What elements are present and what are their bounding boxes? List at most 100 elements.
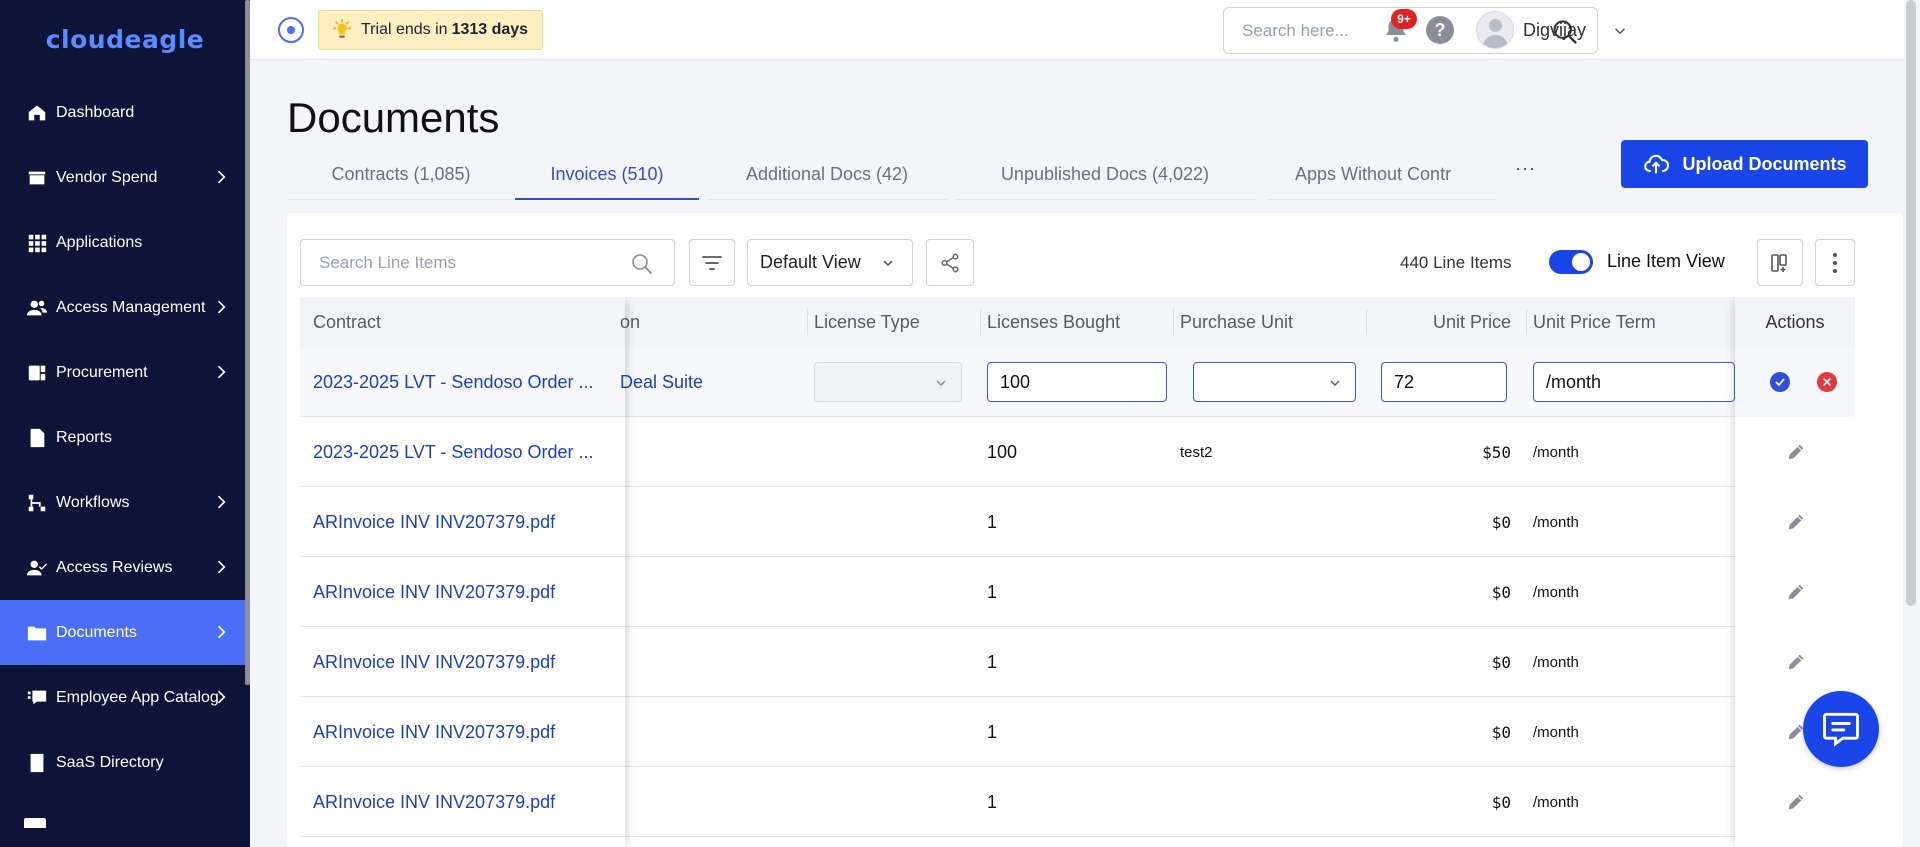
avatar[interactable] <box>1476 11 1514 49</box>
tabs-more-button[interactable]: ··· <box>1515 158 1536 179</box>
sidebar-item-access-reviews[interactable]: Access Reviews <box>0 535 245 600</box>
actions-cell <box>1735 627 1855 697</box>
catalog-icon <box>24 685 50 711</box>
contract-link[interactable]: ARInvoice INV INV207379.pdf <box>313 557 555 627</box>
status-circle-icon[interactable] <box>278 17 304 43</box>
unit-price-term-value: /month <box>1533 653 1579 671</box>
share-button[interactable] <box>926 239 974 286</box>
pencil-icon[interactable] <box>1785 581 1807 603</box>
unit-price-value: $0 <box>1491 512 1511 532</box>
contract-link[interactable]: 2023-2025 LVT - Sendoso Order ... <box>313 347 594 417</box>
sidebar-item-applications[interactable]: Applications <box>0 210 245 275</box>
chevron-right-icon <box>211 297 231 317</box>
line-item-search-input[interactable] <box>319 252 619 274</box>
col-unit-price[interactable]: Unit Price <box>1366 297 1511 347</box>
contract-link[interactable]: 2023-2025 LVT - Sendoso Order ... <box>313 417 594 487</box>
table-row: ARInvoice INV INV207379.pdf 1 $0/month <box>300 487 1855 557</box>
logo-text: cloudeagle <box>45 24 205 54</box>
col-unit-price-term[interactable]: Unit Price Term <box>1526 297 1656 347</box>
col-actions: Actions <box>1735 297 1855 347</box>
col-license-type[interactable]: License Type <box>807 297 920 347</box>
sidebar-item-vendor-spend[interactable]: Vendor Spend <box>0 145 245 210</box>
pencil-icon[interactable] <box>1785 511 1807 533</box>
view-select[interactable]: Default View <box>747 239 913 286</box>
upload-documents-button[interactable]: Upload Documents <box>1621 140 1868 188</box>
actions-cell <box>1735 487 1855 557</box>
tab-apps-without-contr[interactable]: Apps Without Contr <box>1267 150 1495 200</box>
col-purchase-unit[interactable]: Purchase Unit <box>1172 297 1293 347</box>
chat-icon <box>1823 712 1859 747</box>
col-application[interactable]: on <box>620 297 640 347</box>
table-row-editing: 2023-2025 LVT - Sendoso Order ... Deal S… <box>300 347 1855 417</box>
column-settings-button[interactable] <box>1757 239 1803 286</box>
sidebar-item-label: Procurement <box>56 363 148 381</box>
line-item-view-toggle[interactable] <box>1549 250 1593 274</box>
tab-additional-docs[interactable]: Additional Docs (42) <box>707 150 947 200</box>
sidebar-item-workflows[interactable]: Workflows <box>0 470 245 535</box>
license-type-select[interactable] <box>814 362 962 402</box>
tab-contracts[interactable]: Contracts (1,085) <box>287 150 515 200</box>
sidebar-item-label: Documents <box>56 623 137 641</box>
filter-button[interactable] <box>689 239 735 286</box>
tab-invoices[interactable]: Invoices (510) <box>515 150 699 200</box>
filter-icon <box>702 255 722 270</box>
actions-cell <box>1735 557 1855 627</box>
chevron-right-icon <box>211 622 231 642</box>
sidebar-item-procurement[interactable]: Procurement <box>0 340 245 405</box>
sidebar-item-dashboard[interactable]: Dashboard <box>0 80 245 145</box>
sidebar-item-label: Employee App Catalog <box>56 688 219 706</box>
more-options-button[interactable] <box>1815 239 1855 286</box>
help-icon[interactable]: ? <box>1426 16 1454 44</box>
sidebar-item-label: SaaS Directory <box>56 753 164 771</box>
col-contract[interactable]: Contract <box>313 297 381 347</box>
unit-price-value: $50 <box>1482 442 1511 462</box>
line-items-table: Contract on License Type Licenses Bought… <box>300 297 1855 847</box>
unit-price-input[interactable] <box>1381 362 1507 402</box>
sidebar-item-employee-app-catalog[interactable]: Employee App Catalog <box>0 665 245 730</box>
pencil-icon[interactable] <box>1785 791 1807 813</box>
sidebar-item-reports[interactable]: Reports <box>0 405 245 470</box>
cloud-upload-icon <box>1644 154 1670 174</box>
sidebar-scrollbar[interactable] <box>245 0 250 685</box>
sidebar-nav: Dashboard Vendor Spend Applications Access … <box>0 80 245 795</box>
chevron-right-icon <box>211 492 231 512</box>
table-row: 2023-2025 LVT - Sendoso Order ... 100 test… <box>300 417 1855 487</box>
sidebar-item-saas-directory[interactable]: SaaS Directory <box>0 730 245 795</box>
chevron-right-icon <box>211 557 231 577</box>
search-icon[interactable] <box>630 252 654 276</box>
purchase-unit-select[interactable] <box>1193 362 1356 402</box>
chevron-down-icon[interactable] <box>1611 22 1629 40</box>
top-bar: Trial ends in 1313 days 9+ ? Digvijay <box>250 0 1904 60</box>
table-header: Contract on License Type Licenses Bought… <box>300 297 1855 347</box>
cancel-icon[interactable] <box>1817 372 1837 392</box>
chat-support-button[interactable] <box>1803 691 1879 767</box>
sidebar-item-documents[interactable]: Documents <box>0 600 245 665</box>
col-licenses-bought[interactable]: Licenses Bought <box>979 297 1120 347</box>
logo[interactable]: cloudeagle <box>0 0 250 78</box>
unit-price-term-value: /month <box>1533 723 1579 741</box>
application-link[interactable]: Deal Suite <box>620 347 703 417</box>
upload-documents-label: Upload Documents <box>1682 153 1847 174</box>
licenses-bought-value: 1 <box>987 791 998 812</box>
contract-link[interactable]: ARInvoice INV INV207379.pdf <box>313 767 555 837</box>
contract-link[interactable]: ARInvoice INV INV207379.pdf <box>313 697 555 767</box>
document-tabs: Contracts (1,085) Invoices (510) Additiona… <box>287 150 1495 200</box>
tab-unpublished-docs[interactable]: Unpublished Docs (4,022) <box>955 150 1255 200</box>
page-scrollbar[interactable] <box>1906 0 1916 606</box>
procurement-icon <box>24 360 50 386</box>
unit-price-term-value: /month <box>1533 793 1579 811</box>
pencil-icon[interactable] <box>1785 651 1807 673</box>
chevron-down-icon <box>883 260 893 266</box>
licenses-bought-value: 100 <box>987 441 1018 462</box>
confirm-icon[interactable] <box>1770 372 1790 392</box>
chevron-right-icon <box>211 687 231 707</box>
line-item-count: 440 Line Items <box>1400 253 1512 272</box>
contract-link[interactable]: ARInvoice INV INV207379.pdf <box>313 487 555 557</box>
unit-price-term-input[interactable] <box>1533 362 1735 402</box>
sidebar-item-label: Access Management <box>56 298 206 316</box>
username[interactable]: Digvijay <box>1523 20 1586 41</box>
contract-link[interactable]: ARInvoice INV INV207379.pdf <box>313 627 555 697</box>
sidebar-item-access-management[interactable]: Access Management <box>0 275 245 340</box>
licenses-bought-input[interactable] <box>987 362 1167 402</box>
pencil-icon[interactable] <box>1785 441 1807 463</box>
